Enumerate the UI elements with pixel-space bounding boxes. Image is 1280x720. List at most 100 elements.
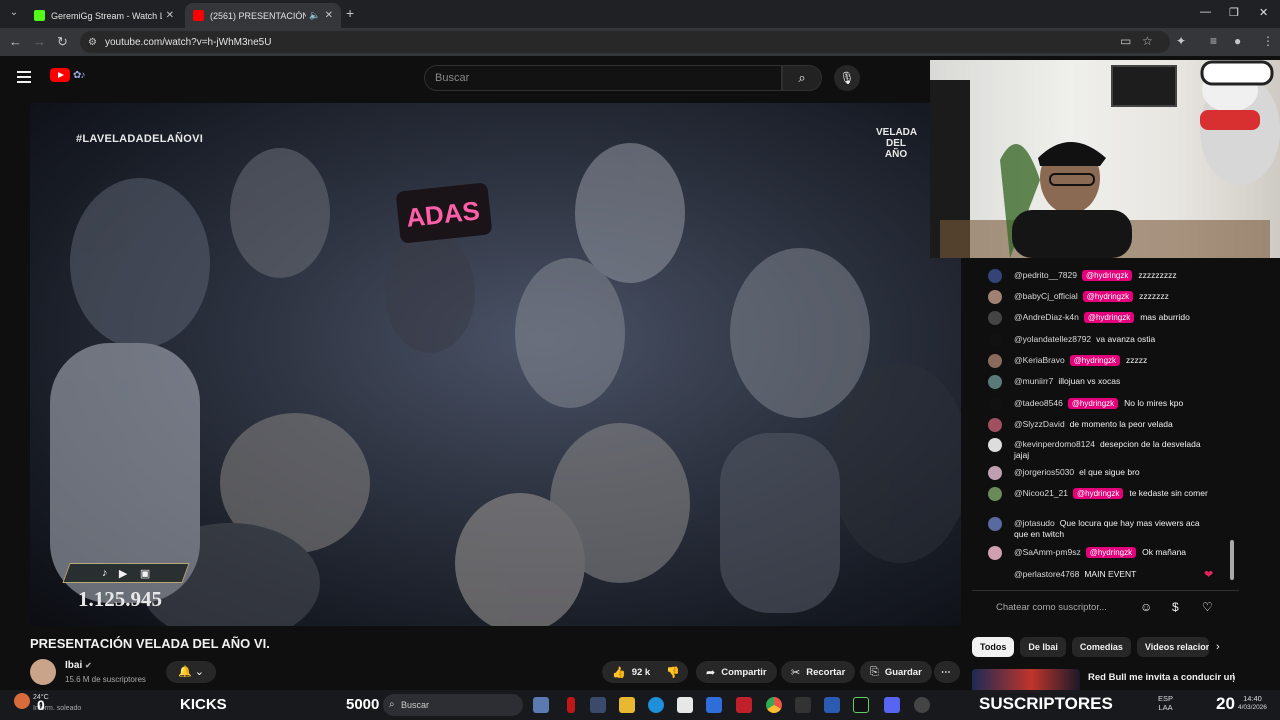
tab-kick-stream[interactable]: GeremiGg Stream - Watch Live ✕ bbox=[26, 3, 182, 28]
chat-author[interactable]: @jorgerios5030 bbox=[1014, 467, 1074, 477]
share-button[interactable]: ➦ Compartir bbox=[696, 661, 777, 683]
chat-message[interactable]: @SlyzzDavid de momento la peor velada bbox=[988, 418, 1210, 432]
chat-message[interactable]: @babyCj_official @hydringzk zzzzzzz bbox=[988, 290, 1210, 304]
chat-avatar[interactable] bbox=[988, 546, 1002, 560]
forward-icon[interactable]: → bbox=[33, 34, 46, 49]
reload-icon[interactable]: ↻ bbox=[57, 34, 68, 50]
chat-author[interactable]: @kevinperdomo8124 bbox=[1014, 439, 1095, 449]
chat-message[interactable]: @Nicoo21_21 @hydringzk te kedaste sin come… bbox=[988, 487, 1210, 501]
chat-avatar[interactable] bbox=[988, 375, 1002, 389]
chip-related[interactable]: Videos relacion bbox=[1136, 637, 1209, 657]
tab-youtube-video[interactable]: (2561) PRESENTACIÓN VELADA DEL AÑO VI 🔈 … bbox=[185, 3, 341, 28]
folder-icon[interactable] bbox=[619, 697, 635, 713]
close-tab-icon[interactable]: ✕ bbox=[325, 10, 333, 21]
chip-all[interactable]: Todos bbox=[972, 637, 1015, 657]
chat-author[interactable]: @tadeo8546 bbox=[1014, 398, 1063, 408]
chat-avatar[interactable] bbox=[988, 333, 1002, 347]
youtube-logo[interactable]: ✿♪ bbox=[50, 68, 85, 82]
chat-avatar[interactable] bbox=[988, 418, 1002, 432]
chat-avatar[interactable] bbox=[988, 568, 1002, 582]
chat-message[interactable]: @perlastore4768 MAIN EVENT bbox=[988, 568, 1210, 582]
chat-message[interactable]: @yolandatellez8792 va avanza ostia bbox=[988, 333, 1210, 347]
clip-button[interactable]: ✂ Recortar bbox=[781, 661, 856, 683]
close-window-icon[interactable]: ✕ bbox=[1259, 6, 1268, 19]
tab-search-icon[interactable]: ⌄ bbox=[6, 5, 22, 21]
media-icon[interactable]: ≡ bbox=[1210, 34, 1217, 48]
speaker-icon[interactable]: 🔈 bbox=[309, 10, 320, 21]
menu-icon[interactable] bbox=[17, 71, 31, 83]
chat-author[interactable]: @SlyzzDavid bbox=[1014, 419, 1065, 429]
chat-author[interactable]: @yolandatellez8792 bbox=[1014, 334, 1091, 344]
app-blue-icon[interactable] bbox=[824, 697, 840, 713]
microphone-icon[interactable]: 🎙 bbox=[834, 65, 860, 91]
maximize-icon[interactable]: ❐ bbox=[1229, 6, 1239, 19]
site-info-icon[interactable]: ⚙ bbox=[88, 37, 97, 48]
chat-message[interactable]: @pedrito__7829 @hydringzk zzzzzzzzz bbox=[988, 269, 1210, 283]
chat-avatar[interactable] bbox=[988, 466, 1002, 480]
chat-message[interactable]: @muniirr7 illojuan vs xocas bbox=[988, 375, 1210, 389]
chrome-icon[interactable] bbox=[766, 697, 782, 713]
minimize-icon[interactable]: — bbox=[1200, 6, 1211, 18]
chat-avatar[interactable] bbox=[988, 290, 1002, 304]
chat-avatar[interactable] bbox=[988, 269, 1002, 283]
more-actions-button[interactable]: ⋯ bbox=[934, 661, 960, 683]
app-shield-icon[interactable] bbox=[590, 697, 606, 713]
chat-input[interactable]: Chatear como suscriptor... bbox=[984, 599, 1134, 617]
language-indicator[interactable]: ESP LAA bbox=[1158, 694, 1173, 712]
chat-author[interactable]: @babyCj_official bbox=[1014, 291, 1078, 301]
search-button[interactable]: ⌕ bbox=[782, 65, 822, 91]
chip-comedy[interactable]: Comedias bbox=[1071, 637, 1131, 657]
chat-author[interactable]: @AndreDiaz-k4n bbox=[1014, 312, 1079, 322]
epic-games-icon[interactable] bbox=[795, 697, 811, 713]
discord-icon[interactable] bbox=[884, 697, 900, 713]
chat-avatar[interactable] bbox=[988, 397, 1002, 411]
chip-from-ibai[interactable]: De Ibai bbox=[1020, 637, 1066, 657]
super-chat-icon[interactable]: $ bbox=[1172, 600, 1179, 614]
chat-message[interactable]: @KeriaBravo @hydringzk zzzzz bbox=[988, 354, 1210, 368]
clock[interactable]: 14:40 4/03/2026 bbox=[1238, 694, 1267, 712]
chat-avatar[interactable] bbox=[988, 517, 1002, 531]
related-more-icon[interactable]: ⋮ bbox=[1228, 671, 1239, 684]
edge-icon[interactable] bbox=[648, 697, 664, 713]
chat-message[interactable]: @SaAmm-pm9sz @hydringzk Ok mañana bbox=[988, 546, 1210, 560]
emoji-icon[interactable]: ☺ bbox=[1140, 600, 1152, 614]
back-icon[interactable]: ← bbox=[9, 34, 22, 49]
taskview-icon[interactable] bbox=[533, 697, 549, 713]
close-tab-icon[interactable]: ✕ bbox=[166, 10, 174, 21]
like-button[interactable]: 👍 92 k bbox=[602, 661, 658, 683]
chat-message[interactable]: @AndreDiaz-k4n @hydringzk mas aburrido bbox=[988, 311, 1210, 325]
related-video-title[interactable]: Red Bull me invita a conducir un bbox=[1088, 672, 1235, 683]
dislike-button[interactable]: 👎 bbox=[658, 661, 688, 683]
chevron-right-icon[interactable]: › bbox=[1216, 641, 1220, 653]
cast-icon[interactable]: ▭ bbox=[1120, 34, 1131, 48]
new-tab-button[interactable]: + bbox=[346, 5, 354, 21]
notification-bell-button[interactable]: 🔔 ⌄ bbox=[166, 661, 216, 683]
chat-author[interactable]: @pedrito__7829 bbox=[1014, 270, 1077, 280]
chat-author[interactable]: @KeriaBravo bbox=[1014, 355, 1065, 365]
app-circle-icon[interactable] bbox=[914, 697, 930, 713]
chat-author[interactable]: @jotasudo bbox=[1014, 518, 1055, 528]
save-button[interactable]: ⎘ Guardar bbox=[860, 661, 932, 683]
bookmark-star-icon[interactable]: ☆ bbox=[1142, 34, 1153, 48]
video-player[interactable]: #LAVELADADELAÑOVI VELADA DEL AÑO ADAS ♪ … bbox=[30, 103, 961, 626]
chat-author[interactable]: @perlastore4768 bbox=[1014, 569, 1079, 579]
store-icon[interactable] bbox=[677, 697, 693, 713]
taskbar-search[interactable]: Buscar bbox=[383, 694, 523, 716]
mail-icon[interactable] bbox=[706, 697, 722, 713]
chat-message[interactable]: @jotasudo Que locura que hay mas viewers … bbox=[988, 517, 1210, 540]
mega-icon[interactable] bbox=[736, 697, 752, 713]
browser-menu-icon[interactable]: ⋮ bbox=[1262, 34, 1274, 48]
extensions-icon[interactable]: ✦ bbox=[1176, 34, 1186, 48]
chat-author[interactable]: @muniirr7 bbox=[1014, 376, 1053, 386]
chat-message[interactable]: @kevinperdomo8124 desepcion de la desvela… bbox=[988, 438, 1210, 461]
app-zero-icon[interactable] bbox=[853, 697, 869, 713]
chat-message[interactable]: @jorgerios5030 el que sigue bro bbox=[988, 466, 1210, 480]
chat-avatar[interactable] bbox=[988, 311, 1002, 325]
chat-avatar[interactable] bbox=[988, 354, 1002, 368]
profile-avatar-icon[interactable]: ● bbox=[1234, 34, 1241, 48]
search-input[interactable]: Buscar bbox=[424, 65, 782, 91]
chat-message[interactable]: @tadeo8546 @hydringzk No lo mires kpo bbox=[988, 397, 1210, 411]
chat-author[interactable]: @Nicoo21_21 bbox=[1014, 488, 1068, 498]
address-bar[interactable]: ⚙ youtube.com/watch?v=h-jWhM3ne5U bbox=[80, 31, 1170, 53]
channel-name[interactable]: Ibai ✔ bbox=[65, 660, 92, 671]
